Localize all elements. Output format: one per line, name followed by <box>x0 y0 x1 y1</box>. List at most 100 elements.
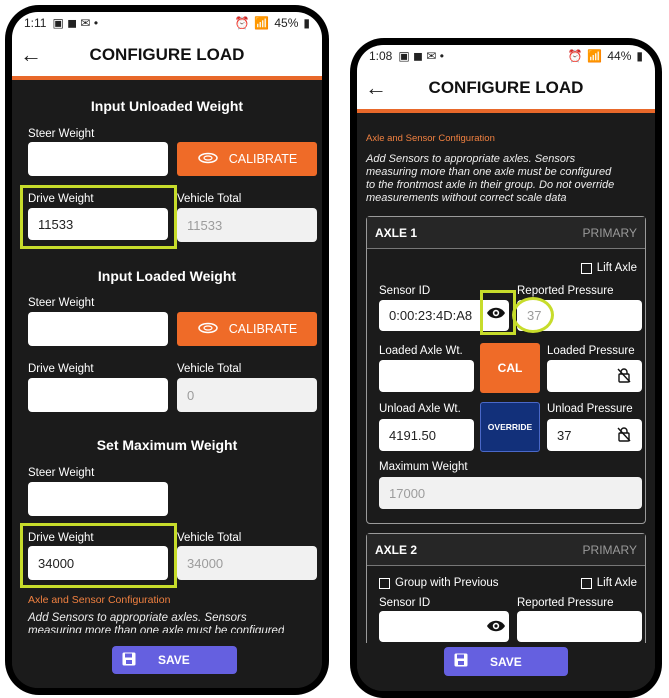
right-content: Axle and Sensor Configuration Add Sensor… <box>357 113 655 691</box>
axle-role: PRIMARY <box>582 225 637 240</box>
note-line: measurements without correct scale data <box>366 192 567 204</box>
note-line: to the frontmost axle in their group. Do… <box>366 179 615 191</box>
lift-axle-label: Lift Axle <box>596 262 637 274</box>
eye-icon[interactable] <box>486 619 506 638</box>
right-phone: 1:08 ▣ ◼ ✉ • ⏰ 📶 44% ▮ ← CONFIGURE LOAD … <box>350 38 662 698</box>
steer-weight-label: Steer Weight <box>28 467 95 479</box>
vehicle-total-label: Vehicle Total <box>177 532 242 544</box>
note-line: measuring more than one axle must be con… <box>28 625 285 633</box>
status-bar: 1:08 ▣ ◼ ✉ • ⏰ 📶 44% ▮ <box>357 45 655 67</box>
section-title: Axle and Sensor Configuration <box>366 133 495 144</box>
clock: 1:08 <box>369 49 393 63</box>
maximum-weight-field: 17000 <box>379 477 642 509</box>
checkbox-box <box>379 577 390 589</box>
battery-icon: ▮ <box>636 49 643 63</box>
app-bar: ← CONFIGURE LOAD <box>12 34 322 80</box>
battery-level: 44% <box>607 49 632 63</box>
loaded-total-field: 0 <box>177 378 317 412</box>
drive-weight-label: Drive Weight <box>28 363 94 375</box>
page-title: CONFIGURE LOAD <box>428 78 584 97</box>
loaded-heading: Input Loaded Weight <box>97 268 237 284</box>
loaded-pressure-label: Loaded Pressure <box>547 345 635 357</box>
lock-off-icon[interactable] <box>616 367 632 386</box>
axle-1-header: AXLE 1 PRIMARY <box>367 217 645 249</box>
lock-off-icon[interactable] <box>616 426 632 445</box>
status-bar: 1:11 ▣ ◼ ✉ • ⏰ 📶 45% ▮ <box>12 12 322 34</box>
save-bar: SAVE <box>12 640 322 688</box>
clock: 1:11 <box>24 16 47 30</box>
reported-pressure-label: Reported Pressure <box>517 285 614 297</box>
signal-icon: 📶 <box>254 16 270 30</box>
drive-weight-highlight <box>20 523 177 588</box>
loaded-drive-input[interactable] <box>28 378 168 412</box>
lift-axle-checkbox[interactable]: Lift Axle <box>580 577 637 589</box>
save-label: SAVE <box>490 654 522 669</box>
vehicle-total-label: Vehicle Total <box>177 363 242 375</box>
sensor-id-value: 0:00:23:4D:A8 <box>389 308 473 323</box>
app-bar: ← CONFIGURE LOAD <box>357 67 655 113</box>
save-button[interactable]: SAVE <box>444 647 568 676</box>
sensor-id-label: Sensor ID <box>379 597 431 609</box>
maximum-weight-label: Maximum Weight <box>379 461 468 473</box>
axle-role: PRIMARY <box>582 542 637 557</box>
axle-1-card: AXLE 1 PRIMARY Lift Axle Sensor ID 0:00:… <box>366 216 646 524</box>
group-with-previous-checkbox[interactable]: Group with Previous <box>379 577 499 589</box>
section-title: Axle and Sensor Configuration <box>28 594 171 606</box>
cal-button[interactable]: CAL <box>480 343 540 393</box>
save-bar: SAVE <box>357 643 655 691</box>
left-phone: 1:11 ▣ ◼ ✉ • ⏰ 📶 45% ▮ ← CONFIGURE LOAD … <box>5 5 329 695</box>
max-steer-input[interactable] <box>28 482 168 516</box>
floppy-disk-icon <box>454 653 468 670</box>
battery-icon: ▮ <box>303 16 310 30</box>
calibrate-button[interactable]: CALIBRATE <box>177 312 317 346</box>
calibrate-label: CALIBRATE <box>228 322 298 336</box>
loaded-steer-input[interactable] <box>28 312 168 346</box>
unload-pressure-input[interactable]: 37 <box>547 419 642 451</box>
steer-weight-label: Steer Weight <box>28 128 95 140</box>
unload-pressure-label: Unload Pressure <box>547 403 633 415</box>
page-title: CONFIGURE LOAD <box>89 45 245 64</box>
save-button[interactable]: SAVE <box>112 646 237 674</box>
unloaded-steer-input[interactable] <box>28 142 168 176</box>
group-label: Group with Previous <box>395 577 499 589</box>
checkbox-box <box>580 577 592 589</box>
left-screen: 1:11 ▣ ◼ ✉ • ⏰ 📶 45% ▮ ← CONFIGURE LOAD … <box>12 12 322 688</box>
alarm-icon: ⏰ <box>234 16 250 30</box>
calibrate-label: CALIBRATE <box>228 152 298 166</box>
drive-weight-highlight <box>20 185 177 249</box>
loaded-axle-input[interactable] <box>379 360 474 392</box>
alarm-icon: ⏰ <box>567 49 583 63</box>
unload-axle-input[interactable]: 4191.50 <box>379 419 474 451</box>
lift-axle-label: Lift Axle <box>596 577 637 589</box>
reported-pressure-field <box>517 611 642 642</box>
unloaded-total-field: 11533 <box>177 208 317 242</box>
vehicle-total-label: Vehicle Total <box>177 193 242 205</box>
axle-name: AXLE 1 <box>375 225 418 240</box>
loaded-pressure-input[interactable] <box>547 360 642 392</box>
battery-level: 45% <box>274 16 299 30</box>
sensor-id-label: Sensor ID <box>379 285 431 297</box>
save-label: SAVE <box>158 653 190 667</box>
tire-icon <box>197 152 219 167</box>
loaded-axle-label: Loaded Axle Wt. <box>379 345 463 357</box>
note-line: Add Sensors to appropriate axles. Sensor… <box>28 612 247 624</box>
override-button[interactable]: OVERRIDE <box>480 402 540 452</box>
notification-icons: ▣ ◼ ✉ • <box>52 16 99 30</box>
maximum-heading: Set Maximum Weight <box>96 437 238 453</box>
left-content: Input Unloaded Weight Steer Weight CALIB… <box>12 80 322 688</box>
calibrate-button[interactable]: CALIBRATE <box>177 142 317 176</box>
axle-2-header: AXLE 2 PRIMARY <box>367 534 645 566</box>
note-line: measuring more than one axle must be con… <box>366 166 612 178</box>
tire-icon <box>197 322 219 337</box>
max-total-field: 34000 <box>177 546 317 580</box>
back-arrow-icon[interactable]: ← <box>357 75 395 101</box>
axle-name: AXLE 2 <box>375 542 418 557</box>
eye-icon[interactable] <box>486 306 506 325</box>
lift-axle-checkbox[interactable]: Lift Axle <box>580 262 637 274</box>
notification-icons: ▣ ◼ ✉ • <box>398 49 444 63</box>
reported-pressure-label: Reported Pressure <box>517 597 614 609</box>
pressure-highlight <box>512 297 554 333</box>
right-screen: 1:08 ▣ ◼ ✉ • ⏰ 📶 44% ▮ ← CONFIGURE LOAD … <box>357 45 655 691</box>
signal-icon: 📶 <box>587 49 603 63</box>
back-arrow-icon[interactable]: ← <box>12 42 50 68</box>
